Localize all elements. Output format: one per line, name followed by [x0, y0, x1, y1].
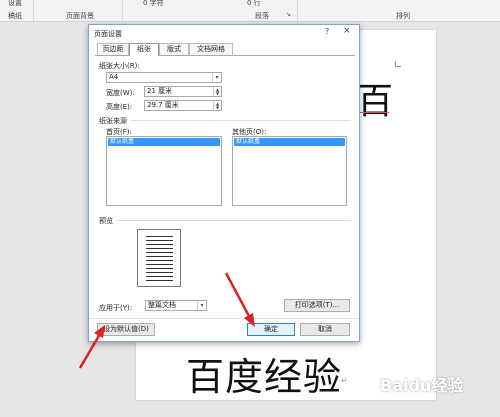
- tab-layout[interactable]: 版式: [159, 43, 189, 55]
- height-value: 29.7 厘米: [147, 101, 179, 109]
- spin-down-icon[interactable]: ▼: [213, 105, 221, 110]
- page-background-group-label: 页面背景: [66, 12, 94, 20]
- indent-value[interactable]: 0 字符: [143, 0, 164, 8]
- chevron-down-icon[interactable]: ▾: [197, 301, 206, 310]
- dialog-title: 页面设置: [94, 30, 122, 38]
- page-setup-dialog: 页面设置 ? × 页边距 纸张 版式 文档网格 纸张大小(R): A4 ▾ 宽度…: [88, 24, 360, 342]
- tab-document-grid[interactable]: 文档网格: [189, 43, 233, 55]
- height-label: 高度(E):: [106, 103, 133, 111]
- tab-paper[interactable]: 纸张: [129, 43, 159, 56]
- preview-page-thumbnail: [137, 229, 181, 287]
- width-label: 宽度(W):: [106, 89, 135, 97]
- ribbon-separator: [122, 0, 123, 22]
- apply-to-value: 整篇文档: [148, 301, 176, 309]
- close-icon[interactable]: ×: [343, 26, 351, 36]
- spacing-value[interactable]: 0 行: [247, 0, 261, 8]
- cancel-button[interactable]: 取消: [300, 323, 350, 336]
- ribbon-separator: [297, 0, 298, 22]
- print-options-button[interactable]: 打印选项(T)...: [284, 299, 350, 312]
- document-top-char: 百: [357, 81, 394, 122]
- apply-to-select[interactable]: 整篇文档 ▾: [145, 300, 207, 311]
- width-value: 21 厘米: [147, 87, 173, 95]
- margin-crop-mark: [395, 61, 401, 67]
- paper-size-select[interactable]: A4 ▾: [106, 72, 222, 83]
- paper-size-label: 纸张大小(R):: [99, 62, 140, 70]
- other-pages-listbox[interactable]: 默认纸盒: [232, 136, 347, 206]
- document-body-text[interactable]: 百度经验: [186, 346, 342, 401]
- dialog-launcher-icon[interactable]: ↘: [286, 11, 291, 18]
- height-stepper[interactable]: 29.7 厘米 ▲ ▼: [144, 100, 222, 111]
- watermark-logo: Baidu经验: [380, 376, 464, 395]
- paper-source-label: 纸张来源: [99, 117, 127, 125]
- draft-group-label: 稿纸: [8, 12, 22, 20]
- first-page-selected-item[interactable]: 默认纸盒: [108, 138, 220, 146]
- preview-label: 预览: [99, 217, 113, 225]
- first-page-listbox[interactable]: 默认纸盒: [106, 136, 222, 206]
- help-icon[interactable]: ?: [325, 27, 329, 36]
- other-pages-selected-item[interactable]: 默认纸盒: [234, 138, 345, 146]
- ribbon: 设置 稿纸 页面背景 0 字符 0 行 段落 ↘ 排列: [0, 0, 500, 22]
- footer-divider: [89, 318, 359, 319]
- apply-to-label: 应用于(Y):: [99, 304, 133, 312]
- section-divider: [131, 120, 351, 121]
- chevron-down-icon[interactable]: ▾: [212, 73, 221, 82]
- arrange-group-label: 排列: [396, 12, 410, 20]
- ok-button[interactable]: 确定: [247, 323, 295, 336]
- spin-down-icon[interactable]: ▼: [213, 91, 221, 96]
- ribbon-separator: [33, 0, 34, 22]
- paragraph-mark: ↵: [341, 376, 348, 385]
- paper-size-value: A4: [109, 73, 119, 81]
- tab-margins[interactable]: 页边距: [97, 43, 129, 55]
- set-default-button[interactable]: 设为默认值(D): [97, 323, 155, 336]
- section-divider: [117, 220, 351, 221]
- width-stepper[interactable]: 21 厘米 ▲ ▼: [144, 86, 222, 97]
- setup-label[interactable]: 设置: [8, 0, 22, 8]
- spellcheck-underline: [357, 112, 389, 113]
- paragraph-group-label: 段落: [255, 12, 269, 20]
